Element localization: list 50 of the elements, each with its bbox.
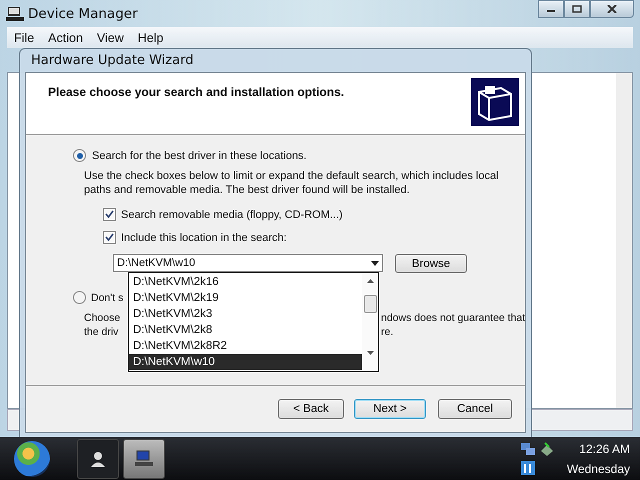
description-fragment: Choose	[84, 312, 120, 326]
menu-item[interactable]: Action	[41, 30, 90, 44]
close-icon	[607, 5, 617, 13]
dropdown-item[interactable]: D:\NetKVM\w10	[129, 354, 362, 370]
hardware-box-icon	[471, 78, 519, 126]
checkbox-label: Include this location in the search:	[121, 232, 287, 244]
menu-item[interactable]: View	[90, 30, 131, 44]
clock-day: Wednesday	[566, 462, 630, 476]
network-icon	[520, 441, 536, 457]
clock-time: 12:26 AM	[579, 442, 630, 456]
description-fragment: re.	[381, 326, 394, 339]
description-fragment: the driv	[84, 326, 118, 339]
scroll-up-icon[interactable]	[366, 279, 374, 283]
minimize-button[interactable]	[538, 0, 564, 18]
taskbar-button[interactable]	[123, 438, 165, 478]
radio-label: Don't s	[91, 292, 124, 304]
computer-icon	[134, 450, 154, 468]
user-icon	[89, 450, 107, 468]
caret-icon	[371, 260, 379, 266]
option-description: Use the check boxes below to limit or expand the default search, which includes local paths and removable media. The best driver found will be installed.	[84, 170, 500, 197]
wizard-button[interactable]: Next >	[354, 399, 426, 419]
checkbox-label: Search removable media (floppy, CD-ROM...)	[121, 208, 343, 220]
dropdown-item[interactable]: D:\NetKVM\2k3	[129, 306, 362, 322]
dropdown-item[interactable]: D:\NetKVM\2k8R2	[129, 338, 362, 354]
radio-button[interactable]	[73, 149, 86, 162]
browse-button[interactable]: Browse	[395, 254, 467, 273]
radio-button[interactable]	[73, 291, 86, 304]
scroll-down-icon[interactable]	[366, 351, 374, 355]
radio-label: Search for the best driver in these locations.	[92, 150, 307, 162]
dropdown-item[interactable]: D:\NetKVM\2k16	[129, 274, 362, 290]
start-button[interactable]	[14, 440, 50, 476]
maximize-button[interactable]	[564, 0, 590, 18]
dialog-title: Hardware Update Wizard	[30, 52, 194, 70]
tool-icon	[520, 460, 536, 476]
dropdown-item[interactable]: D:\NetKVM\2k19	[129, 290, 362, 306]
dropdown-item[interactable]: D:\NetKVM\2k8	[129, 322, 362, 338]
wizard-heading: Please choose your search and installation options.	[48, 84, 344, 101]
scroll-thumb[interactable]	[364, 295, 376, 313]
window-title: Device Manager	[28, 6, 138, 22]
wizard-button[interactable]: < Back	[278, 399, 344, 419]
checkbox[interactable]	[103, 208, 116, 221]
menu-item[interactable]: Help	[130, 30, 170, 44]
maximize-icon	[572, 5, 582, 13]
close-button[interactable]	[590, 0, 634, 18]
wizard-button[interactable]: Cancel	[438, 399, 512, 419]
checkbox[interactable]	[103, 231, 116, 244]
description-fragment: ndows does not guarantee that	[381, 312, 526, 326]
location-combo-box[interactable]: D:\NetKVM\w10	[113, 254, 383, 272]
menu-item[interactable]: File	[7, 30, 42, 44]
taskbar-button[interactable]	[77, 438, 119, 478]
